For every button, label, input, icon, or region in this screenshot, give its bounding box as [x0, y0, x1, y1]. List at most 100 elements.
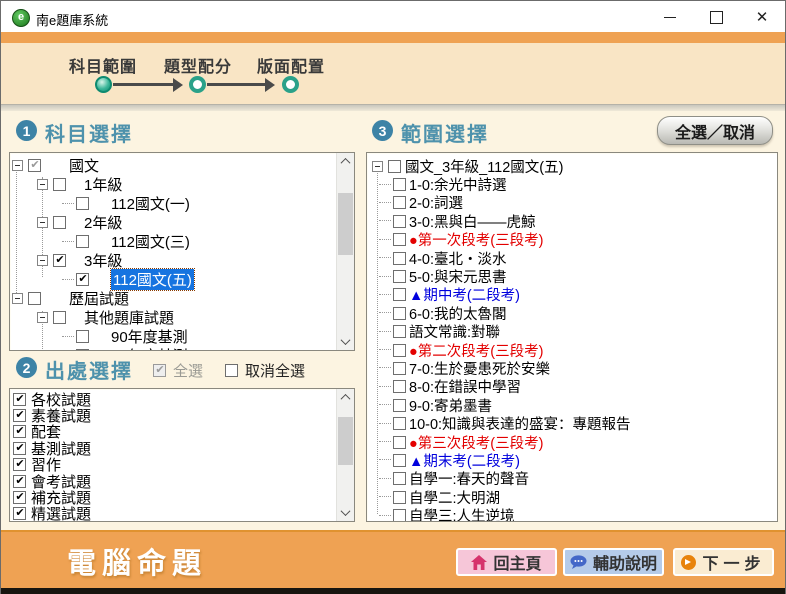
scroll-down-icon[interactable]	[337, 333, 354, 350]
checkbox-unchecked[interactable]	[393, 251, 406, 265]
scrollbar[interactable]	[336, 389, 354, 521]
checkbox-unchecked[interactable]	[388, 159, 401, 173]
checkbox-unchecked[interactable]	[393, 214, 406, 228]
checkbox-unchecked[interactable]	[53, 178, 66, 191]
tree-item[interactable]: 自學一:春天的聲音	[367, 470, 777, 488]
tree-item[interactable]: 自學三:人生逆境	[367, 506, 777, 521]
scrollbar[interactable]	[336, 153, 354, 350]
tree-item[interactable]: 其他題庫試題	[10, 308, 354, 327]
tree-item[interactable]: 7-0:生於憂患死於安樂	[367, 359, 777, 378]
tree-item[interactable]: 10-0:知識與表達的盛宴：專題報告	[367, 414, 777, 433]
checkbox-gray-checked[interactable]	[153, 363, 166, 377]
tree-item[interactable]: 90年度基測	[10, 327, 354, 346]
tree-item[interactable]: 5-0:與宋元思書	[367, 267, 777, 286]
collapse-icon[interactable]	[12, 160, 23, 171]
source-item[interactable]: 基測試題	[10, 440, 354, 458]
minimize-button[interactable]	[647, 1, 693, 33]
tree-item[interactable]: 9-0:寄弟墨書	[367, 396, 777, 415]
checkbox-unchecked[interactable]	[393, 398, 406, 412]
tree-item-exam[interactable]: ●第一次段考(三段考)	[367, 231, 777, 249]
collapse-icon[interactable]	[372, 160, 383, 172]
tree-item[interactable]: 6-0:我的太魯閣	[367, 304, 777, 323]
checkbox-unchecked[interactable]	[393, 472, 406, 486]
checkbox-unchecked[interactable]	[393, 325, 406, 339]
checkbox-unchecked[interactable]	[393, 453, 406, 467]
tree-item[interactable]: 4-0:臺北・淡水	[367, 249, 777, 268]
tree-item-exam[interactable]: ▲期末考(二段考)	[367, 451, 777, 470]
tree-item-exam[interactable]: ●第二次段考(三段考)	[367, 341, 777, 360]
maximize-button[interactable]	[693, 1, 739, 33]
checkbox-unchecked[interactable]	[76, 197, 89, 210]
checkbox-unchecked[interactable]	[393, 361, 406, 375]
tree-item[interactable]: 8-0:在錯誤中學習	[367, 378, 777, 396]
tree-item[interactable]: 1-0:余光中詩選	[367, 175, 777, 194]
checkbox-unchecked[interactable]	[393, 435, 406, 449]
checkbox-unchecked[interactable]	[393, 288, 406, 302]
checkbox-unchecked[interactable]	[76, 349, 89, 350]
checkbox-unchecked[interactable]	[76, 235, 89, 248]
checkbox-checked[interactable]	[13, 408, 26, 423]
checkbox-unchecked[interactable]	[393, 417, 406, 431]
tree-item[interactable]: 2-0:詞選	[367, 194, 777, 212]
collapse-icon[interactable]	[37, 255, 48, 266]
checkbox-checked[interactable]	[13, 392, 26, 406]
checkbox-checked[interactable]	[13, 506, 26, 521]
checkbox-unchecked[interactable]	[76, 330, 89, 343]
scroll-up-icon[interactable]	[337, 153, 354, 170]
checkbox-checked[interactable]	[53, 253, 66, 267]
deselect-all-checkbox[interactable]: 取消全選	[225, 360, 305, 381]
scroll-up-icon[interactable]	[337, 389, 354, 406]
checkbox-unchecked[interactable]	[225, 364, 238, 377]
select-all-toggle-button[interactable]: 全選／取消	[657, 116, 773, 145]
source-item[interactable]: 精選試題	[10, 506, 354, 521]
tree-item[interactable]: 3年級	[10, 251, 354, 270]
checkbox-unchecked[interactable]	[393, 270, 406, 284]
collapse-icon[interactable]	[37, 312, 48, 323]
checkbox-checked[interactable]	[13, 441, 26, 455]
checkbox-unchecked[interactable]	[393, 509, 406, 521]
checkbox-unchecked[interactable]	[28, 292, 41, 305]
tree-item-exam[interactable]: ▲期中考(二段考)	[367, 286, 777, 304]
checkbox-unchecked[interactable]	[393, 196, 406, 210]
tree-item[interactable]: 112國文(三)	[10, 232, 354, 251]
help-button[interactable]: 輔助說明	[563, 548, 664, 576]
tree-item[interactable]: 1年級	[10, 175, 354, 194]
tree-item[interactable]: 語文常識:對聯	[367, 323, 777, 341]
checkbox-checked[interactable]	[13, 424, 26, 439]
tree-item-selected[interactable]: 112國文(五)	[10, 268, 354, 291]
checkbox-unchecked[interactable]	[393, 306, 406, 320]
scroll-down-icon[interactable]	[337, 504, 354, 521]
tree-item[interactable]: 91年度基測	[10, 346, 354, 350]
tree-item[interactable]: 國文_3年級_112國文(五)	[367, 157, 777, 176]
tree-item[interactable]: 歷屆試題	[10, 289, 354, 308]
collapse-icon[interactable]	[37, 179, 48, 190]
checkbox-checked[interactable]	[13, 457, 26, 472]
checkbox-unchecked[interactable]	[393, 380, 406, 394]
collapse-icon[interactable]	[12, 293, 23, 304]
tree-item[interactable]: 3-0:黑與白——虎鯨	[367, 212, 777, 231]
scrollbar-thumb[interactable]	[338, 193, 353, 255]
checkbox-unchecked[interactable]	[393, 490, 406, 504]
checkbox-checked[interactable]	[13, 474, 26, 488]
scrollbar-thumb[interactable]	[338, 417, 353, 465]
checkbox-checked[interactable]	[13, 490, 26, 505]
tree-item[interactable]: 自學二:大明湖	[367, 488, 777, 507]
next-step-button[interactable]: 下一步	[673, 548, 774, 576]
tree-item[interactable]: 國文	[10, 156, 354, 175]
select-all-checkbox[interactable]: 全選	[153, 360, 203, 381]
checkbox-unchecked[interactable]	[53, 216, 66, 229]
tree-branch-line	[379, 404, 391, 406]
checkbox-unchecked[interactable]	[393, 233, 406, 247]
close-button[interactable]: ✕	[739, 1, 785, 33]
checkbox-unchecked[interactable]	[393, 343, 406, 357]
checkbox-gray-checked[interactable]	[28, 158, 41, 172]
home-button[interactable]: 回主頁	[456, 548, 557, 576]
checkbox-unchecked[interactable]	[393, 178, 406, 192]
tree-item[interactable]: 2年級	[10, 213, 354, 232]
tree-item[interactable]: 112國文(一)	[10, 194, 354, 213]
checkbox-unchecked[interactable]	[53, 311, 66, 324]
checkbox-checked[interactable]	[76, 272, 89, 286]
collapse-icon[interactable]	[37, 217, 48, 228]
tree-item-exam[interactable]: ●第三次段考(三段考)	[367, 433, 777, 452]
source-item[interactable]: 素養試題	[10, 407, 354, 425]
